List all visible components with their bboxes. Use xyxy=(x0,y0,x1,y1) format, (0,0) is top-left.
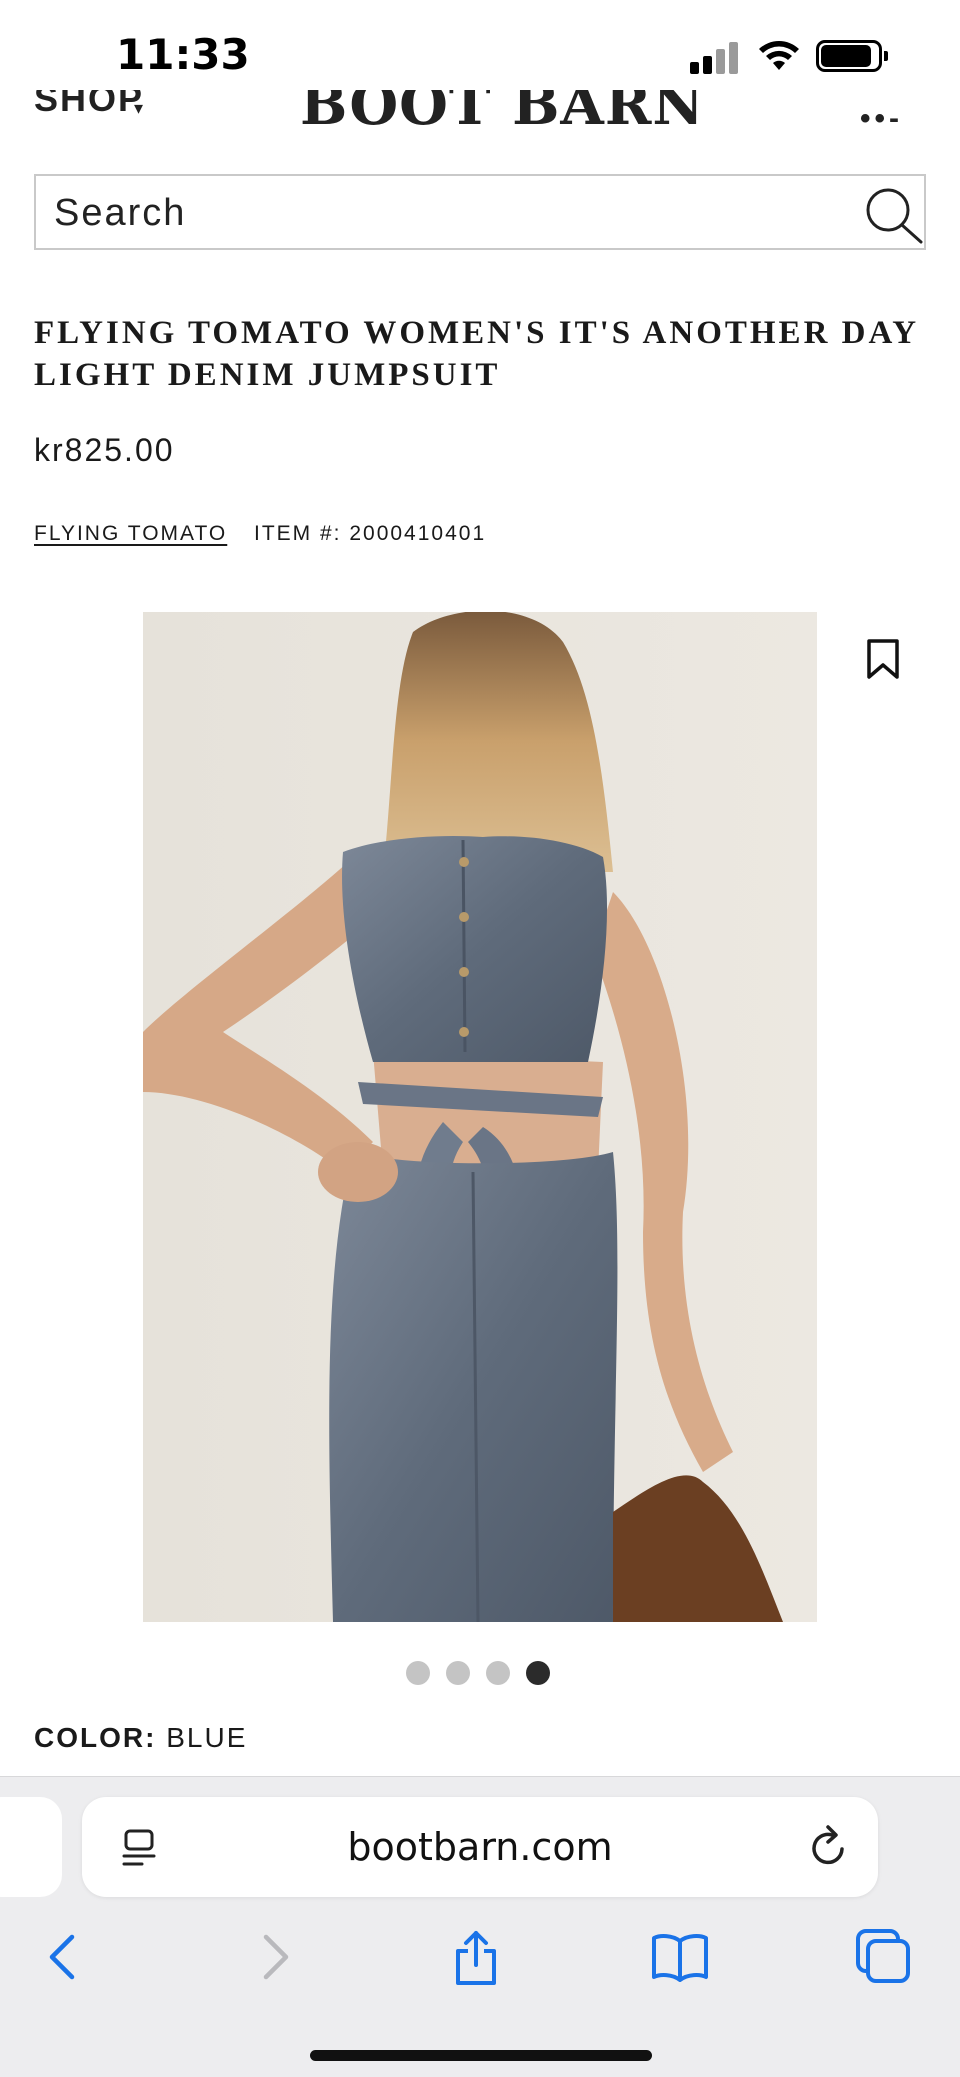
reload-icon[interactable] xyxy=(810,1825,850,1869)
status-time: 11:33 xyxy=(116,30,250,79)
browser-bottom-bar: bootbarn.com xyxy=(0,1776,960,2077)
more-options-icon[interactable]: ••- xyxy=(860,102,903,130)
color-label: COLOR: xyxy=(34,1722,157,1753)
boot-barn-logo[interactable]: BOOT BARN xyxy=(300,90,705,130)
back-icon[interactable] xyxy=(34,1927,94,1987)
bookmark-icon[interactable] xyxy=(866,638,900,680)
site-header: SHOP ▾ BOOT BARN ••- xyxy=(0,90,960,130)
product-title: FLYING TOMATO WOMEN'S IT'S ANOTHER DAY L… xyxy=(34,315,918,393)
forward-icon[interactable] xyxy=(244,1927,304,1987)
color-value: BLUE xyxy=(166,1722,248,1753)
tabs-icon[interactable] xyxy=(854,1927,914,1987)
home-indicator xyxy=(310,2050,652,2061)
chevron-down-icon: ▾ xyxy=(134,98,144,118)
bookmarks-icon[interactable] xyxy=(650,1927,710,1987)
url-text: bootbarn.com xyxy=(347,1825,613,1869)
carousel-dot[interactable] xyxy=(486,1661,510,1685)
search-icon[interactable] xyxy=(864,186,924,244)
previous-tab-preview[interactable] xyxy=(0,1797,62,1897)
carousel-dot-active[interactable] xyxy=(526,1661,550,1685)
brand-link[interactable]: FLYING TOMATO xyxy=(34,522,227,546)
image-carousel-dots xyxy=(406,1661,550,1685)
address-bar[interactable]: bootbarn.com xyxy=(82,1797,878,1897)
item-number: ITEM #: 2000410401 xyxy=(254,522,487,545)
wifi-icon xyxy=(759,41,799,70)
carousel-dot[interactable] xyxy=(406,1661,430,1685)
status-bar: 11:33 xyxy=(0,0,960,100)
battery-icon xyxy=(816,40,888,72)
cellular-signal-icon xyxy=(690,40,742,74)
search-input[interactable] xyxy=(54,190,814,236)
search-bar xyxy=(34,174,926,250)
color-selection: COLOR: BLUE xyxy=(34,1722,247,1754)
product-image[interactable] xyxy=(143,612,817,1622)
product-price: kr825.00 xyxy=(34,432,175,468)
carousel-dot[interactable] xyxy=(446,1661,470,1685)
share-icon[interactable] xyxy=(446,1927,506,1987)
shop-menu-button[interactable]: SHOP xyxy=(34,90,144,120)
